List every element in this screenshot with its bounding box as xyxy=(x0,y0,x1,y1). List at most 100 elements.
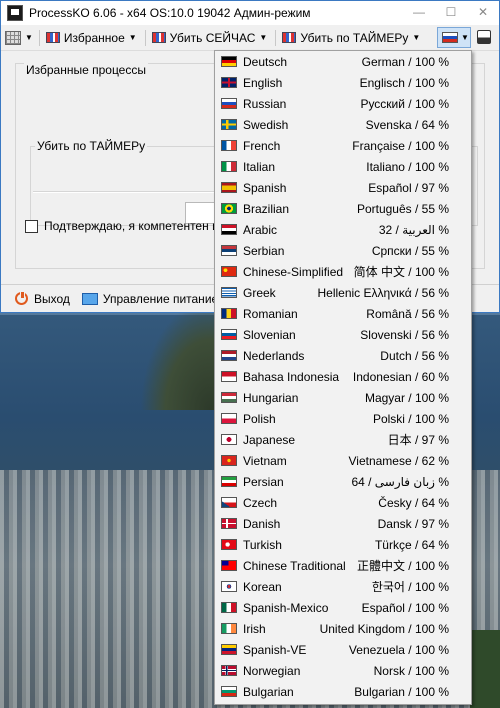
favorites-label: Избранное xyxy=(63,30,125,45)
language-menu-item[interactable]: Nederlands Dutch / 56 % xyxy=(215,345,471,366)
maximize-button[interactable]: ☐ xyxy=(435,1,467,25)
power-management-button[interactable]: Управление питанием xyxy=(81,291,227,306)
cz-flag-icon xyxy=(221,497,237,508)
language-menu-button[interactable]: ▼ xyxy=(437,27,471,48)
language-native-name: Vietnamese / 62 % xyxy=(348,453,449,468)
language-menu-item[interactable]: Italian Italiano / 100 % xyxy=(215,156,471,177)
language-name: Slovenian xyxy=(243,327,296,342)
language-name: Turkish xyxy=(243,537,282,552)
language-native-name: Română / 56 % xyxy=(366,306,449,321)
language-menu-item[interactable]: Brazilian Português / 55 % xyxy=(215,198,471,219)
confirm-checkbox[interactable] xyxy=(25,219,38,233)
language-menu-item[interactable]: Norwegian Norsk / 100 % xyxy=(215,660,471,681)
language-menu-item[interactable]: Romanian Română / 56 % xyxy=(215,303,471,324)
kill-now-button[interactable]: Убить СЕЙЧАС ▼ xyxy=(151,31,267,45)
language-menu-item[interactable]: Spanish-VE Venezuela / 100 % xyxy=(215,639,471,660)
ie-flag-icon xyxy=(221,623,237,634)
language-menu-item[interactable]: Polish Polski / 100 % xyxy=(215,408,471,429)
language-native-name: Venezuela / 100 % xyxy=(348,642,449,657)
es-flag-icon xyxy=(221,182,237,193)
timer-slider[interactable] xyxy=(33,191,233,193)
language-menu-item[interactable]: Czech Česky / 64 % xyxy=(215,492,471,513)
background-foliage xyxy=(470,630,500,708)
language-menu-item[interactable]: Chinese-Simplified 简体 中文 / 100 % xyxy=(215,261,471,282)
close-button[interactable]: ✕ xyxy=(467,1,499,25)
kill-timer-button[interactable]: Убить по ТАЙМЕРу ▼ xyxy=(282,31,420,45)
language-menu-item[interactable]: Hungarian Magyar / 100 % xyxy=(215,387,471,408)
language-native-name: 正體中文 / 100 % xyxy=(356,559,449,573)
language-menu-item[interactable]: English Englisch / 100 % xyxy=(215,72,471,93)
toolbar-separator xyxy=(275,29,277,46)
language-native-name: Dansk / 97 % xyxy=(377,516,449,531)
no-flag-icon xyxy=(221,665,237,676)
title-bar: ProcessKO 6.06 - x64 OS:10.0 19042 Админ… xyxy=(1,1,499,25)
window-title: ProcessKO 6.06 - x64 OS:10.0 19042 Админ… xyxy=(29,6,311,20)
language-native-name: Polski / 100 % xyxy=(372,411,449,426)
language-menu-item[interactable]: Greek Hellenic Ελληνικά / 56 % xyxy=(215,282,471,303)
language-menu-item[interactable]: Russian Русский / 100 % xyxy=(215,93,471,114)
language-name: Arabic xyxy=(243,222,278,237)
power-management-label: Управление питанием xyxy=(102,291,227,306)
language-name: Italian xyxy=(243,159,276,174)
kill-icon xyxy=(282,32,297,43)
language-name: Bulgarian xyxy=(243,684,294,699)
language-menu-item[interactable]: Turkish Türkçe / 64 % xyxy=(215,534,471,555)
language-menu-item[interactable]: Spanish-Mexico Español / 100 % xyxy=(215,597,471,618)
vn-flag-icon xyxy=(221,455,237,466)
language-name: Persian xyxy=(243,474,284,489)
favorites-menu-button[interactable]: Избранное ▼ xyxy=(45,30,137,45)
exit-label: Выход xyxy=(34,291,70,306)
language-menu-item[interactable]: Danish Dansk / 97 % xyxy=(215,513,471,534)
grid-icon[interactable] xyxy=(5,30,21,45)
window-controls: — ☐ ✕ xyxy=(403,1,499,25)
language-name: Greek xyxy=(243,285,276,300)
language-native-name: Française / 100 % xyxy=(352,138,449,153)
language-menu-item[interactable]: Korean 한국어 / 100 % xyxy=(215,576,471,597)
mx-flag-icon xyxy=(221,602,237,613)
language-menu-item[interactable]: Persian زبان فارسی / 64 % xyxy=(215,471,471,492)
language-menu-item[interactable]: Deutsch German / 100 % xyxy=(215,51,471,72)
language-name: French xyxy=(243,138,281,153)
window-icon[interactable] xyxy=(477,30,491,44)
tr-flag-icon xyxy=(221,539,237,550)
language-name: Polish xyxy=(243,411,276,426)
bg-flag-icon xyxy=(221,686,237,697)
se-flag-icon xyxy=(221,119,237,130)
language-menu-item[interactable]: Vietnam Vietnamese / 62 % xyxy=(215,450,471,471)
ir-flag-icon xyxy=(221,476,237,487)
exit-button[interactable]: Выход xyxy=(15,291,70,306)
language-menu-item[interactable]: Slovenian Slovenski / 56 % xyxy=(215,324,471,345)
chevron-down-icon: ▼ xyxy=(412,33,421,42)
language-menu-item[interactable]: Swedish Svenska / 64 % xyxy=(215,114,471,135)
language-native-name: Português / 55 % xyxy=(356,201,449,216)
language-menu-item[interactable]: Spanish Español / 97 % xyxy=(215,177,471,198)
language-name: Spanish-VE xyxy=(243,642,307,657)
language-native-name: Español / 97 % xyxy=(368,180,449,195)
language-menu-item[interactable]: Arabic العربية / 32 % xyxy=(215,219,471,240)
favorites-group-title: Избранные процессы xyxy=(24,63,148,77)
app-icon xyxy=(7,5,23,21)
language-menu-item[interactable]: Bulgarian Bulgarian / 100 % xyxy=(215,681,471,702)
language-name: Vietnam xyxy=(243,453,287,468)
confirm-row[interactable]: Подтверждаю, я компетентен и xyxy=(25,219,219,233)
monitor-icon xyxy=(81,292,98,305)
eg-flag-icon xyxy=(221,224,237,235)
language-native-name: Bulgarian / 100 % xyxy=(354,684,449,699)
language-name: Spanish-Mexico xyxy=(243,600,329,615)
language-name: Serbian xyxy=(243,243,285,258)
language-menu-item[interactable]: Japanese 日本 / 97 % xyxy=(215,429,471,450)
pl-flag-icon xyxy=(221,413,237,424)
de-flag-icon xyxy=(221,56,237,67)
language-menu-item[interactable]: Irish United Kingdom / 100 % xyxy=(215,618,471,639)
minimize-button[interactable]: — xyxy=(403,1,435,25)
kr-flag-icon xyxy=(221,581,237,592)
language-menu-item[interactable]: Chinese Traditional 正體中文 / 100 % xyxy=(215,555,471,576)
language-menu-item[interactable]: French Française / 100 % xyxy=(215,135,471,156)
language-name: Danish xyxy=(243,516,281,531)
chevron-down-icon[interactable]: ▼ xyxy=(25,33,33,42)
language-menu-item[interactable]: Serbian Српски / 55 % xyxy=(215,240,471,261)
language-menu-item[interactable]: Bahasa Indonesia Indonesian / 60 % xyxy=(215,366,471,387)
language-native-name: Hellenic Ελληνικά / 56 % xyxy=(317,285,449,300)
si-flag-icon xyxy=(221,329,237,340)
language-native-name: Svenska / 64 % xyxy=(365,117,449,132)
